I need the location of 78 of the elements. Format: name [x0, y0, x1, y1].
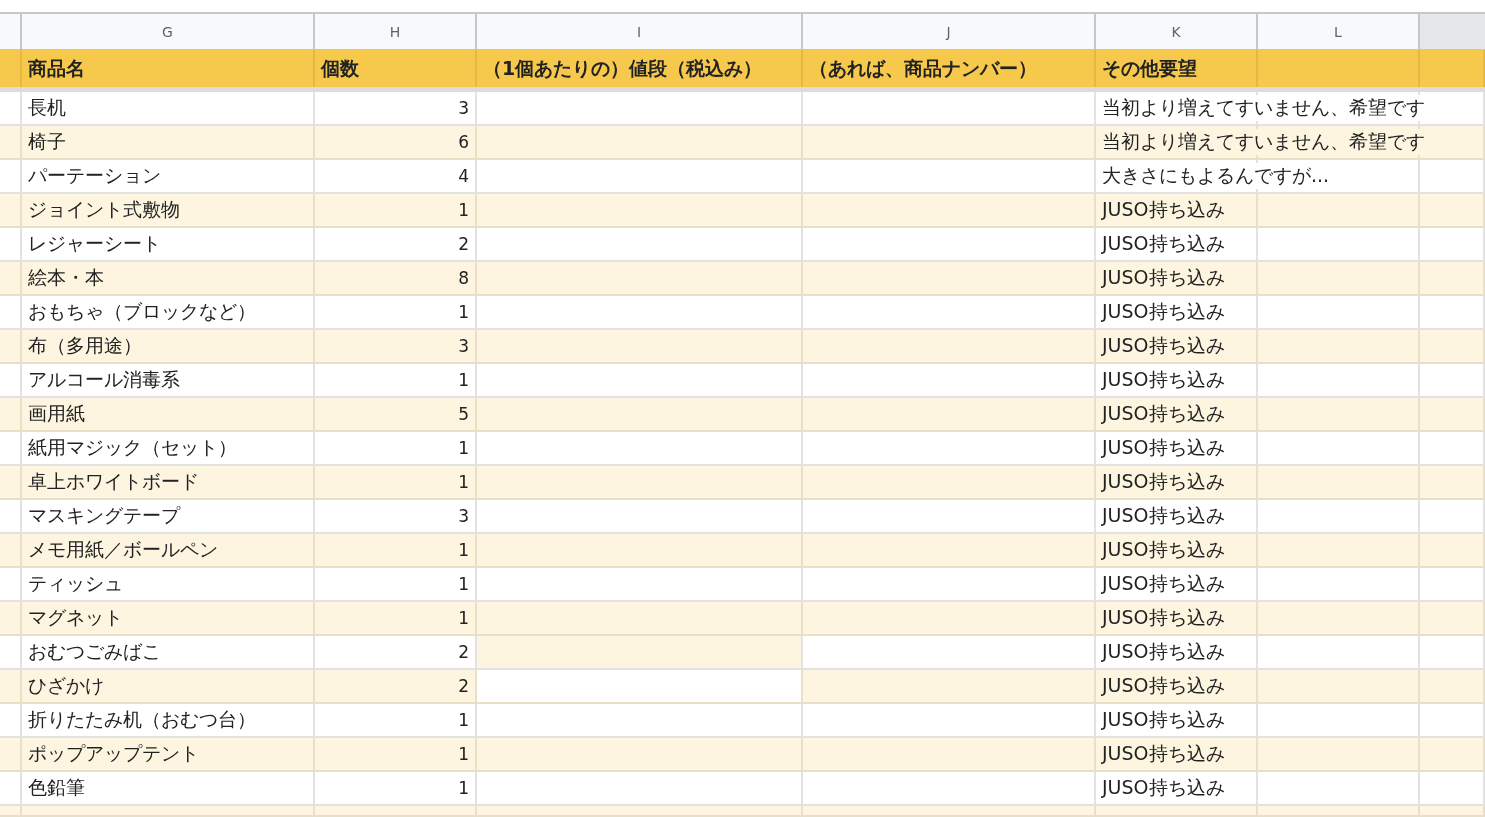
- quantity: 1: [458, 472, 469, 492]
- quantity: 2: [458, 676, 469, 696]
- quantity: 1: [458, 540, 469, 560]
- note: JUSO持ち込み: [1102, 503, 1225, 529]
- note: JUSO持ち込み: [1102, 197, 1225, 223]
- column-header[interactable]: J: [803, 14, 1096, 50]
- note: JUSO持ち込み: [1102, 299, 1225, 325]
- quantity: 6: [458, 132, 469, 152]
- note: JUSO持ち込み: [1102, 469, 1225, 495]
- note: JUSO持ち込み: [1102, 707, 1225, 733]
- item-name: マスキングテープ: [28, 503, 180, 528]
- header-cell-text: 個数: [321, 55, 359, 81]
- item-name: ジョイント式敷物: [28, 197, 180, 222]
- column-header[interactable]: K: [1096, 14, 1258, 50]
- item-name: おもちゃ（ブロックなど）: [28, 299, 256, 324]
- quantity: 3: [458, 98, 469, 118]
- note: 当初より増えてすいません、希望です: [1102, 95, 1425, 121]
- item-name: 椅子: [28, 129, 66, 154]
- header-cell-text: その他要望: [1102, 55, 1197, 81]
- column-header[interactable]: L: [1258, 14, 1420, 50]
- note: JUSO持ち込み: [1102, 401, 1225, 427]
- quantity: 4: [458, 166, 469, 186]
- header-cell-text: （あれば、商品ナンバー）: [809, 55, 1037, 81]
- column-header[interactable]: [1420, 14, 1485, 50]
- quantity: 3: [458, 336, 469, 356]
- quantity: 1: [458, 710, 469, 730]
- quantity: 3: [458, 506, 469, 526]
- item-name: 絵本・本: [28, 265, 104, 290]
- item-name: 画用紙: [28, 401, 85, 426]
- note: 大きさにもよるんですが...: [1102, 163, 1330, 189]
- note: JUSO持ち込み: [1102, 537, 1225, 563]
- item-name: 卓上ホワイトボード: [28, 469, 199, 494]
- item-name: 長机: [28, 95, 66, 120]
- note: JUSO持ち込み: [1102, 741, 1225, 767]
- note: JUSO持ち込み: [1102, 639, 1225, 665]
- column-header[interactable]: G: [22, 14, 315, 50]
- note: JUSO持ち込み: [1102, 775, 1225, 801]
- note: JUSO持ち込み: [1102, 231, 1225, 257]
- corner-cell[interactable]: [0, 14, 22, 50]
- header-cell-text: （1個あたりの）値段（税込み）: [483, 55, 763, 81]
- item-name: 折りたたみ机（おむつ台）: [28, 707, 256, 732]
- note: JUSO持ち込み: [1102, 673, 1225, 699]
- quantity: 1: [458, 608, 469, 628]
- item-name: ひざかけ: [28, 673, 104, 698]
- item-name: アルコール消毒系: [28, 367, 180, 392]
- item-name: メモ用紙／ボールペン: [28, 537, 218, 562]
- note: JUSO持ち込み: [1102, 367, 1225, 393]
- quantity: 1: [458, 200, 469, 220]
- item-name: 色鉛筆: [28, 775, 85, 800]
- item-name: おむつごみばこ: [28, 639, 161, 664]
- column-header[interactable]: I: [477, 14, 803, 50]
- quantity: 1: [458, 438, 469, 458]
- note: JUSO持ち込み: [1102, 605, 1225, 631]
- quantity: 5: [458, 404, 469, 424]
- row-header[interactable]: [0, 806, 22, 817]
- quantity: 1: [458, 302, 469, 322]
- column-header[interactable]: H: [315, 14, 477, 50]
- header-cell-text: 商品名: [28, 55, 85, 81]
- quantity: 2: [458, 234, 469, 254]
- table-cell: [1420, 806, 1485, 817]
- quantity: 1: [458, 778, 469, 798]
- quantity: 8: [458, 268, 469, 288]
- item-name: 紙用マジック（セット）: [28, 435, 237, 460]
- quantity: 1: [458, 574, 469, 594]
- item-name: 布（多用途）: [28, 333, 142, 358]
- quantity: 1: [458, 370, 469, 390]
- note: JUSO持ち込み: [1102, 435, 1225, 461]
- item-name: パーテーション: [28, 163, 161, 188]
- note: JUSO持ち込み: [1102, 333, 1225, 359]
- note: 当初より増えてすいません、希望です: [1102, 129, 1425, 155]
- note: JUSO持ち込み: [1102, 265, 1225, 291]
- quantity: 2: [458, 642, 469, 662]
- note: JUSO持ち込み: [1102, 571, 1225, 597]
- quantity: 1: [458, 744, 469, 764]
- item-name: ポップアップテント: [28, 741, 199, 766]
- item-name: マグネット: [28, 605, 123, 630]
- item-name: ティッシュ: [28, 571, 123, 596]
- item-name: レジャーシート: [28, 231, 161, 256]
